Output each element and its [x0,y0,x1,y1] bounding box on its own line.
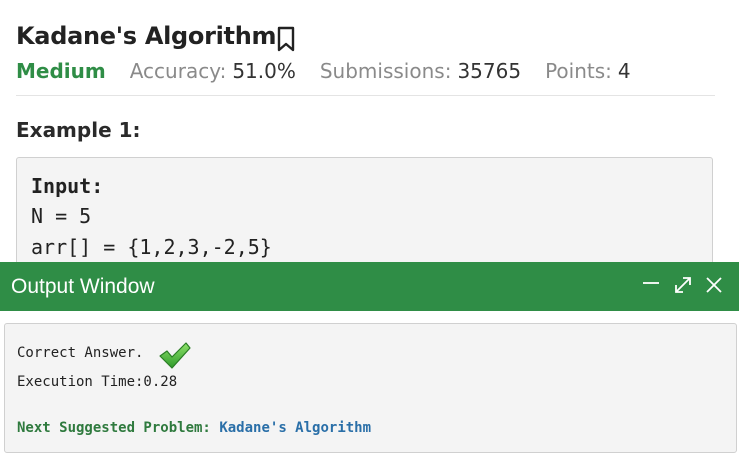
output-window-header: Output Window [0,262,739,311]
example-input-label: Input: [31,174,104,198]
problem-meta: Medium Accuracy: 51.0% Submissions: 3576… [16,57,655,85]
example-line-n: N = 5 [31,204,92,228]
submissions-label: Submissions: [319,59,452,83]
close-icon[interactable] [703,274,725,296]
next-suggested-label: Next Suggested Problem: [17,420,211,436]
submissions-value: 35765 [457,59,522,83]
accuracy-label: Accuracy: [129,59,227,83]
difficulty-badge: Medium [16,59,106,83]
header-divider [16,95,715,96]
example-heading: Example 1: [16,118,141,142]
next-suggested-link[interactable]: Kadane's Algorithm [219,420,371,436]
output-window-body: Correct Answer. Execution Time:0.28 Next… [4,323,737,453]
bookmark-icon[interactable] [276,26,296,52]
expand-icon[interactable] [672,274,694,296]
next-suggested-row: Next Suggested Problem: Kadane's Algorit… [17,420,371,436]
result-text: Correct Answer. [17,345,144,361]
accuracy-value: 51.0% [232,59,296,83]
points-label: Points: [545,59,612,83]
checkmark-icon [159,342,191,369]
output-window-title: Output Window [11,275,155,298]
points-value: 4 [617,59,631,83]
example-line-arr: arr[] = {1,2,3,-2,5} [31,235,272,259]
minimize-icon[interactable] [640,274,662,296]
problem-title: Kadane's Algorithm [16,22,277,50]
execution-time: Execution Time:0.28 [17,374,178,390]
